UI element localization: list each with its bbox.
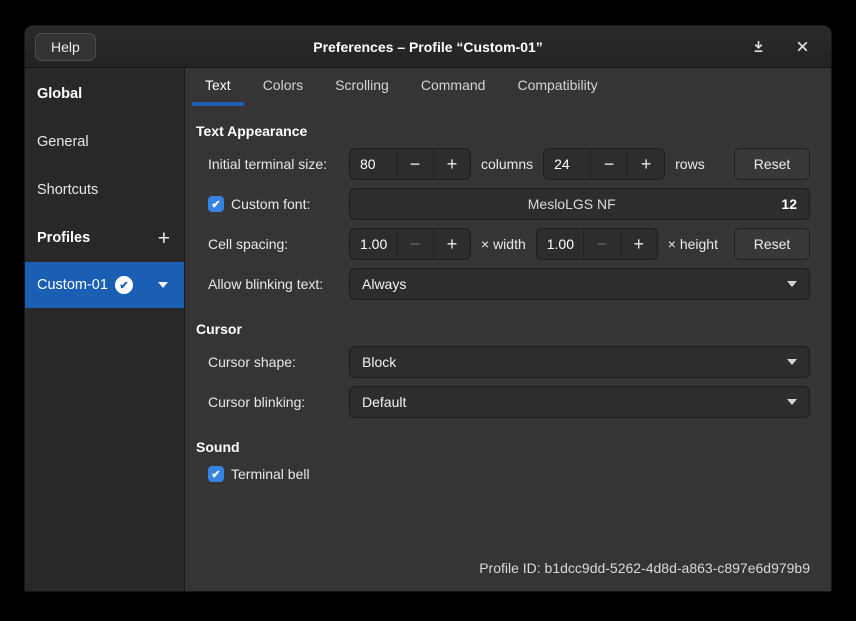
cell-height-decrement-button[interactable]: − bbox=[583, 229, 620, 259]
columns-decrement-button[interactable]: − bbox=[396, 149, 433, 179]
cursor-blinking-label: Cursor blinking: bbox=[208, 394, 349, 410]
row-custom-font: ✔ Custom font: MesloLGS NF 12 bbox=[196, 184, 810, 224]
columns-spinner: 80 − + bbox=[349, 148, 471, 180]
tab-scrolling[interactable]: Scrolling bbox=[322, 68, 402, 106]
row-cursor-shape: Cursor shape: Block bbox=[196, 342, 810, 382]
terminal-bell-label: Terminal bell bbox=[231, 466, 310, 482]
row-terminal-bell: ✔ Terminal bell bbox=[196, 460, 810, 488]
profile-id-value: b1dcc9dd-5262-4d8d-a863-c897e6d979b9 bbox=[545, 560, 810, 576]
columns-increment-button[interactable]: + bbox=[433, 149, 470, 179]
section-header-text-appearance: Text Appearance bbox=[196, 123, 810, 139]
cursor-blinking-value: Default bbox=[362, 394, 406, 410]
header-bar: Help Preferences – Profile “Custom-01” bbox=[25, 26, 831, 68]
allow-blinking-text-dropdown[interactable]: Always bbox=[349, 268, 810, 300]
window-title: Preferences – Profile “Custom-01” bbox=[25, 39, 831, 55]
rows-increment-button[interactable]: + bbox=[627, 149, 664, 179]
rows-spinner: 24 − + bbox=[543, 148, 665, 180]
dropdown-caret-icon bbox=[787, 399, 797, 405]
cell-width-value[interactable]: 1.00 bbox=[350, 229, 396, 259]
dropdown-caret-icon bbox=[787, 359, 797, 365]
profile-id-label: Profile ID: bbox=[479, 560, 540, 576]
profile-menu-chevron-down-icon[interactable] bbox=[158, 282, 168, 288]
default-profile-check-icon: ✔ bbox=[115, 276, 133, 294]
sidebar-item-shortcuts[interactable]: Shortcuts bbox=[25, 166, 184, 214]
sidebar-item-profile-custom-01[interactable]: Custom-01 ✔ bbox=[25, 262, 184, 308]
add-profile-icon[interactable]: + bbox=[158, 228, 172, 249]
cell-spacing-label: Cell spacing: bbox=[208, 236, 349, 252]
close-icon[interactable] bbox=[793, 38, 811, 56]
tab-colors[interactable]: Colors bbox=[250, 68, 316, 106]
cursor-blinking-dropdown[interactable]: Default bbox=[349, 386, 810, 418]
terminal-bell-checkbox[interactable]: ✔ bbox=[208, 466, 224, 482]
text-tab-panel: Text Appearance Initial terminal size: 8… bbox=[185, 106, 831, 591]
tab-compatibility[interactable]: Compatibility bbox=[504, 68, 610, 106]
custom-font-label-group: ✔ Custom font: bbox=[208, 196, 349, 212]
profiles-header-label: Profiles bbox=[37, 230, 90, 246]
initial-terminal-size-label: Initial terminal size: bbox=[208, 156, 349, 172]
rows-decrement-button[interactable]: − bbox=[590, 149, 627, 179]
cell-spacing-reset-button[interactable]: Reset bbox=[734, 228, 810, 260]
custom-font-label: Custom font: bbox=[231, 196, 310, 212]
rows-value[interactable]: 24 bbox=[544, 149, 590, 179]
row-cell-spacing: Cell spacing: 1.00 − + × width 1.00 − + … bbox=[196, 224, 810, 264]
row-initial-terminal-size: Initial terminal size: 80 − + columns 24… bbox=[196, 144, 810, 184]
allow-blinking-text-label: Allow blinking text: bbox=[208, 276, 349, 292]
window-controls bbox=[749, 38, 821, 56]
cell-width-spinner: 1.00 − + bbox=[349, 228, 471, 260]
cursor-shape-dropdown[interactable]: Block bbox=[349, 346, 810, 378]
cell-width-decrement-button[interactable]: − bbox=[396, 229, 433, 259]
cell-height-unit-label: × height bbox=[668, 236, 718, 252]
cell-height-increment-button[interactable]: + bbox=[620, 229, 657, 259]
minimize-icon[interactable] bbox=[749, 38, 767, 56]
cell-width-increment-button[interactable]: + bbox=[433, 229, 470, 259]
columns-unit-label: columns bbox=[481, 156, 533, 172]
profile-name-label: Custom-01 bbox=[37, 277, 108, 293]
font-name-value: MesloLGS NF bbox=[362, 196, 781, 212]
row-allow-blinking-text: Allow blinking text: Always bbox=[196, 264, 810, 304]
custom-font-checkbox[interactable]: ✔ bbox=[208, 196, 224, 212]
main-content: Text Colors Scrolling Command Compatibil… bbox=[185, 68, 831, 591]
columns-value[interactable]: 80 bbox=[350, 149, 396, 179]
allow-blinking-text-value: Always bbox=[362, 276, 406, 292]
profile-id-footer: Profile ID: b1dcc9dd-5262-4d8d-a863-c897… bbox=[196, 560, 810, 591]
section-header-cursor: Cursor bbox=[196, 321, 810, 337]
cell-width-unit-label: × width bbox=[481, 236, 526, 252]
dropdown-caret-icon bbox=[787, 281, 797, 287]
help-button[interactable]: Help bbox=[35, 33, 96, 61]
terminal-size-reset-button[interactable]: Reset bbox=[734, 148, 810, 180]
sidebar-header-profiles: Profiles + bbox=[25, 214, 184, 262]
section-header-sound: Sound bbox=[196, 439, 810, 455]
tab-bar: Text Colors Scrolling Command Compatibil… bbox=[185, 68, 831, 106]
font-chooser-button[interactable]: MesloLGS NF 12 bbox=[349, 188, 810, 220]
preferences-window: Help Preferences – Profile “Custom-01” G… bbox=[24, 25, 832, 592]
font-size-value: 12 bbox=[781, 196, 797, 212]
sidebar: Global General Shortcuts Profiles + Cust… bbox=[25, 68, 185, 591]
tab-text[interactable]: Text bbox=[192, 68, 244, 106]
row-cursor-blinking: Cursor blinking: Default bbox=[196, 382, 810, 422]
tab-command[interactable]: Command bbox=[408, 68, 499, 106]
sidebar-item-general[interactable]: General bbox=[25, 118, 184, 166]
cursor-shape-value: Block bbox=[362, 354, 396, 370]
cell-height-spinner: 1.00 − + bbox=[536, 228, 658, 260]
cell-height-value[interactable]: 1.00 bbox=[537, 229, 583, 259]
rows-unit-label: rows bbox=[675, 156, 705, 172]
sidebar-header-global: Global bbox=[25, 70, 184, 118]
cursor-shape-label: Cursor shape: bbox=[208, 354, 349, 370]
